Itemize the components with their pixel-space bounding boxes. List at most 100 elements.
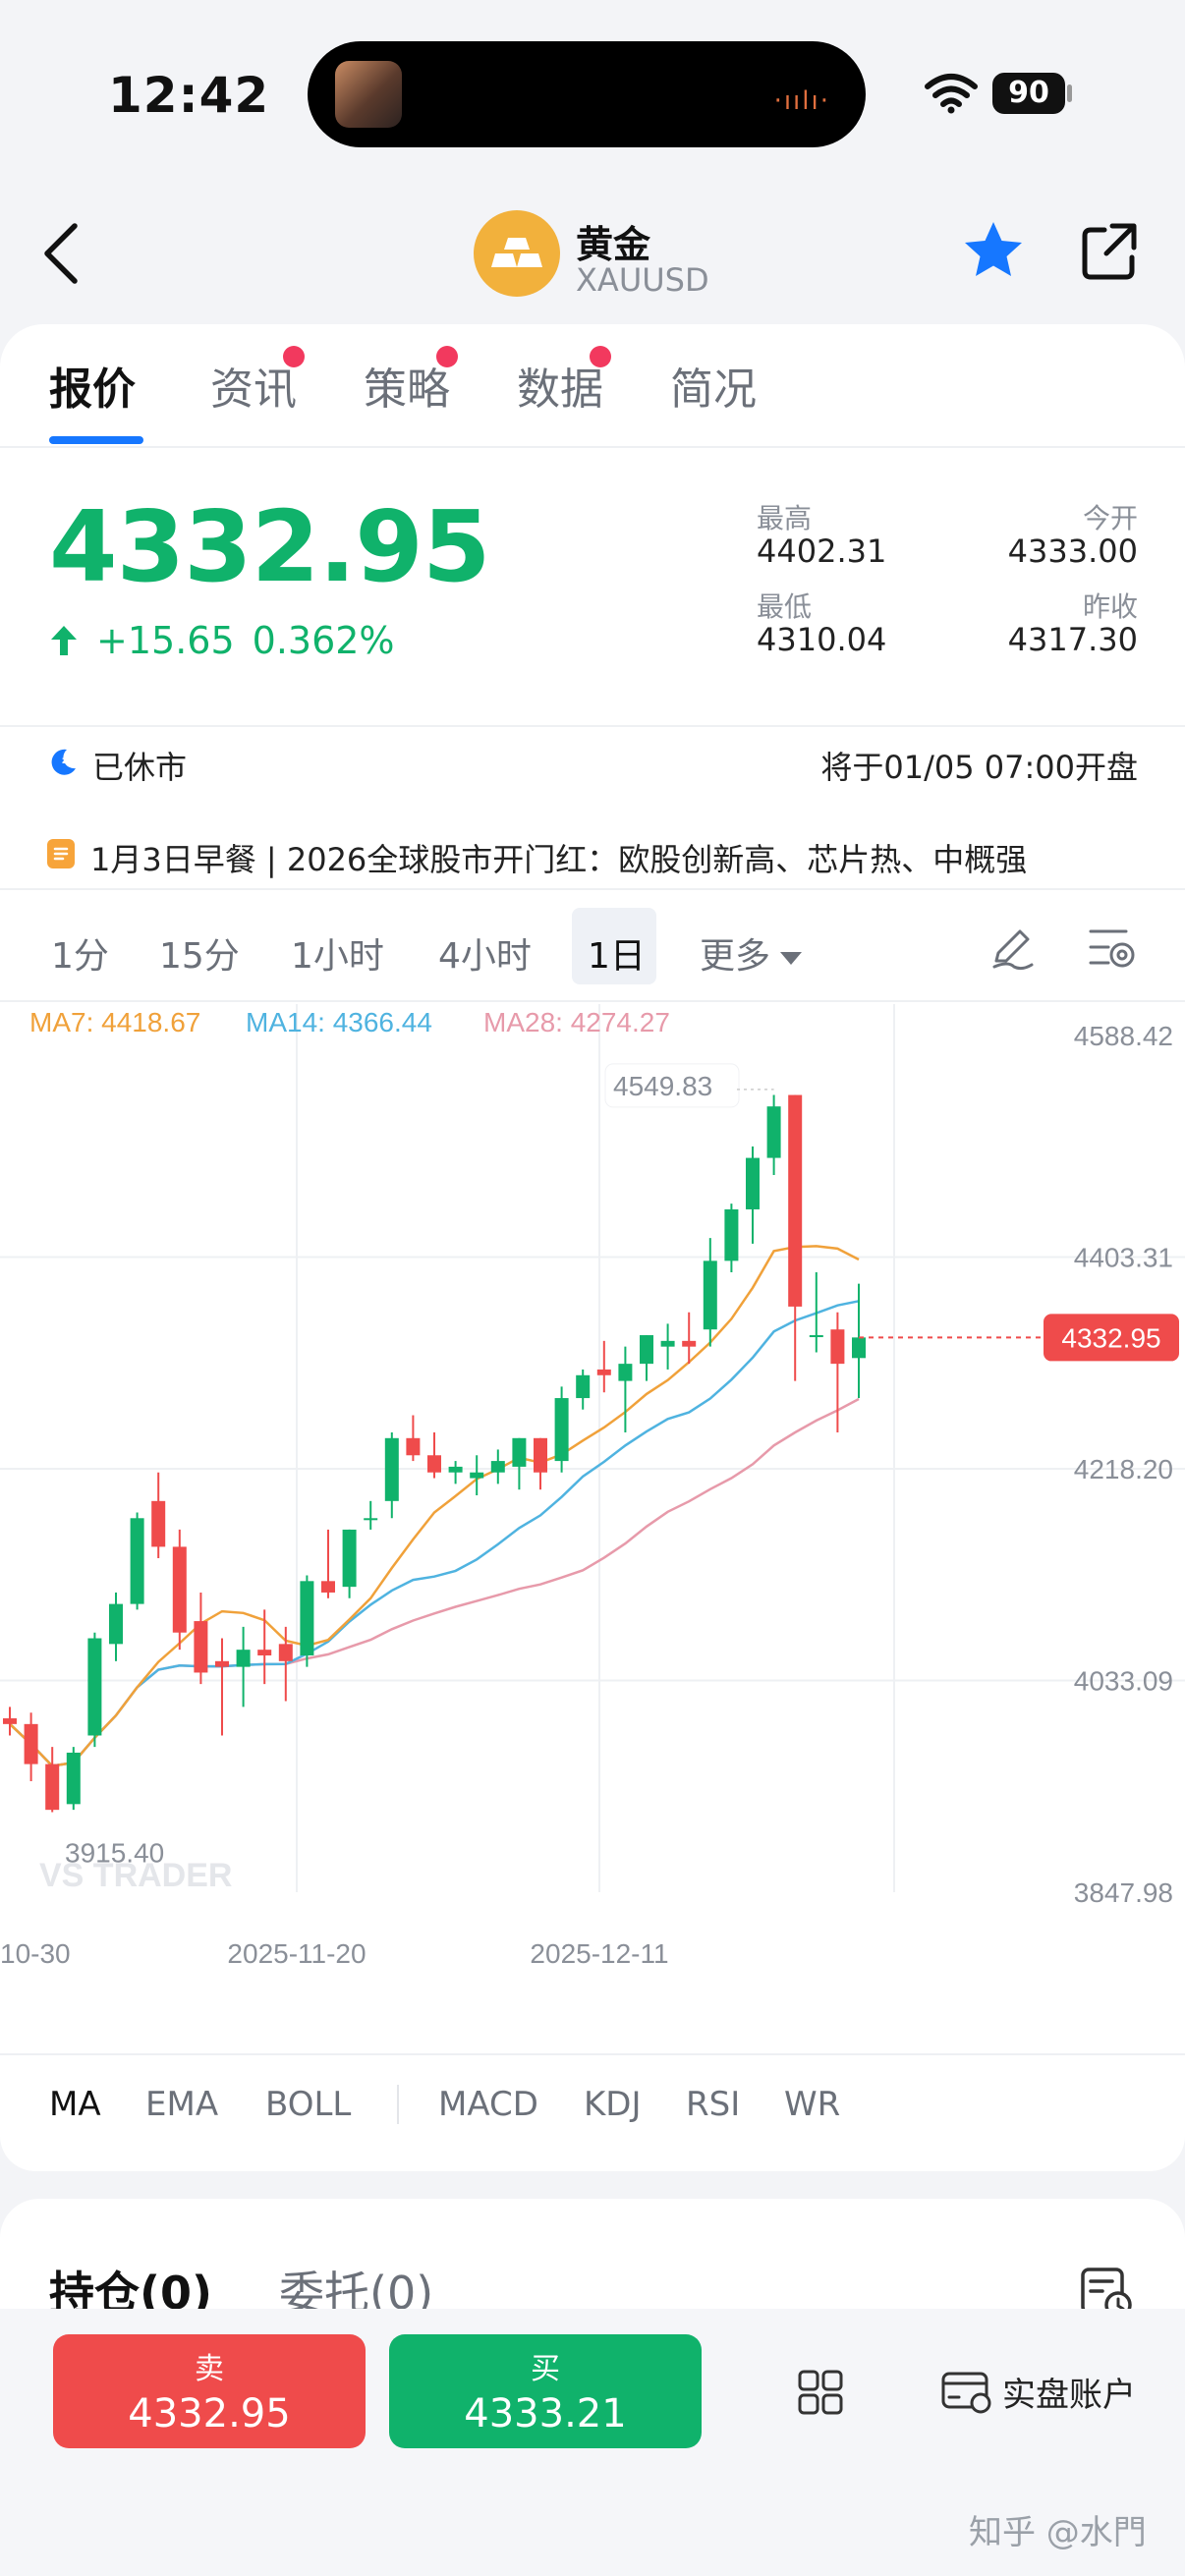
indicator-ema[interactable]: EMA — [145, 2085, 218, 2124]
indicator-macd[interactable]: MACD — [438, 2085, 538, 2124]
candle-body — [766, 1106, 781, 1158]
period-1h[interactable]: 1小时 — [291, 927, 384, 979]
dynamic-island[interactable]: ·ıılı· — [308, 41, 866, 147]
low-label: 最低 — [757, 590, 813, 623]
candle-body — [278, 1644, 293, 1661]
buy-price: 4333.21 — [464, 2391, 627, 2436]
sell-button[interactable]: 卖 4332.95 — [53, 2334, 366, 2448]
tab-news-badge — [283, 346, 305, 367]
candle-body — [24, 1723, 38, 1764]
moon-icon: z — [51, 749, 76, 775]
candle-body — [3, 1718, 17, 1724]
favorite-star-icon[interactable] — [959, 216, 1028, 285]
grid-menu-icon[interactable] — [796, 2368, 845, 2417]
x-tick-label: 2025-11-20 — [227, 1938, 366, 1969]
share-icon[interactable] — [1075, 216, 1144, 285]
tab-data-badge — [590, 346, 611, 367]
quote-card: 报价 资讯 策略 数据 简况 4332.95 +15.65 0.362% 最高 … — [0, 324, 1185, 2171]
now-playing-artwork — [335, 61, 402, 128]
indicator-divider — [397, 2085, 399, 2124]
y-tick-label: 4403.31 — [1074, 1243, 1173, 1273]
legend-ma28: MA28: 4274.27 — [483, 1007, 670, 1037]
current-price: 4332.95 — [49, 489, 490, 604]
buy-button[interactable]: 买 4333.21 — [389, 2334, 702, 2448]
candle-body — [746, 1157, 760, 1209]
candle-body — [406, 1437, 421, 1456]
period-1d[interactable]: 1日 — [588, 927, 646, 979]
candle-body — [470, 1472, 484, 1479]
period-15m[interactable]: 15分 — [159, 927, 240, 979]
up-arrow-icon — [51, 626, 77, 655]
tab-active-indicator — [49, 436, 143, 444]
candle-body — [130, 1518, 144, 1604]
indicator-boll[interactable]: BOLL — [265, 2085, 351, 2124]
candle-body — [534, 1437, 547, 1473]
indicator-ma[interactable]: MA — [49, 2085, 101, 2124]
sell-label: 卖 — [195, 2352, 224, 2386]
y-tick-label: 4218.20 — [1074, 1454, 1173, 1484]
header: 黄金 XAUUSD — [0, 187, 1185, 324]
period-selector: 1分 15分 1小时 4小时 1日 更多 — [0, 888, 1185, 1002]
candle-body — [321, 1581, 335, 1593]
candle-body — [490, 1461, 505, 1473]
tab-data[interactable]: 数据 — [517, 354, 603, 417]
market-status: 已休市 — [92, 749, 188, 786]
next-open-time: 将于01/05 07:00开盘 — [820, 749, 1138, 786]
period-4h[interactable]: 4小时 — [438, 927, 532, 979]
battery-tip — [1067, 84, 1072, 102]
candlestick-chart[interactable]: VS TRADER4549.833915.40MA7: 4418.67 MA14:… — [0, 1004, 1185, 2051]
account-card-icon[interactable] — [939, 2366, 992, 2415]
candle-body — [724, 1208, 739, 1261]
news-headline[interactable]: 1月3日早餐 | 2026全球股市开门红：欧股创新高、芯片热、中概强 — [90, 835, 1027, 880]
symbol-code: XAUUSD — [576, 261, 709, 299]
tab-news[interactable]: 资讯 — [210, 354, 297, 417]
indicator-selector: MA EMA BOLL MACD KDJ RSI WR — [0, 2053, 1185, 2152]
chart-settings-icon[interactable] — [1087, 924, 1138, 971]
candle-body — [596, 1369, 611, 1375]
period-more[interactable]: 更多 — [700, 927, 803, 979]
tab-strategy-badge — [436, 346, 458, 367]
candle-body — [172, 1546, 187, 1633]
min-price-label: 3915.40 — [65, 1838, 164, 1869]
detail-tabs: 报价 资讯 策略 数据 简况 — [0, 324, 1185, 448]
candle-body — [215, 1660, 229, 1667]
legend-ma7: MA7: 4418.67 — [29, 1007, 200, 1037]
tab-overview[interactable]: 简况 — [670, 354, 757, 417]
ma7-line — [9, 1245, 860, 1767]
candle-body — [512, 1437, 527, 1467]
candle-body — [342, 1529, 357, 1588]
candle-body — [384, 1437, 399, 1501]
candle-body — [151, 1500, 166, 1547]
low-value: 4310.04 — [757, 621, 887, 658]
tab-strategy[interactable]: 策略 — [364, 354, 450, 417]
draw-pen-icon[interactable] — [988, 924, 1036, 971]
indicator-rsi[interactable]: RSI — [686, 2085, 740, 2124]
candle-body — [257, 1650, 272, 1655]
back-icon[interactable] — [29, 216, 98, 285]
candle-body — [830, 1329, 845, 1365]
caret-down-icon — [780, 951, 803, 965]
high-value: 4402.31 — [757, 532, 887, 570]
candle-body — [236, 1650, 251, 1667]
max-price-label: 4549.83 — [613, 1071, 712, 1101]
candle-body — [554, 1398, 569, 1462]
real-account-link[interactable]: 实盘账户 — [1002, 2368, 1136, 2416]
candle-body — [45, 1764, 60, 1811]
open-value: 4333.00 — [1007, 532, 1138, 570]
last-price-tag: 4332.95 — [1061, 1322, 1160, 1353]
indicator-wr[interactable]: WR — [784, 2085, 840, 2124]
candle-body — [703, 1260, 717, 1330]
buy-label: 买 — [531, 2352, 560, 2386]
x-tick-label: 10-30 — [0, 1938, 71, 1969]
prev-close-label: 昨收 — [1082, 590, 1138, 623]
candle-body — [448, 1466, 463, 1473]
indicator-kdj[interactable]: KDJ — [584, 2085, 642, 2124]
period-1m[interactable]: 1分 — [51, 927, 109, 979]
candle-body — [87, 1638, 102, 1736]
audio-wave-icon: ·ıılı· — [773, 86, 830, 116]
candle-body — [852, 1337, 866, 1359]
candle-body — [300, 1581, 314, 1655]
candle-body — [660, 1340, 675, 1347]
sell-price: 4332.95 — [128, 2391, 291, 2436]
tab-quote[interactable]: 报价 — [49, 354, 136, 417]
